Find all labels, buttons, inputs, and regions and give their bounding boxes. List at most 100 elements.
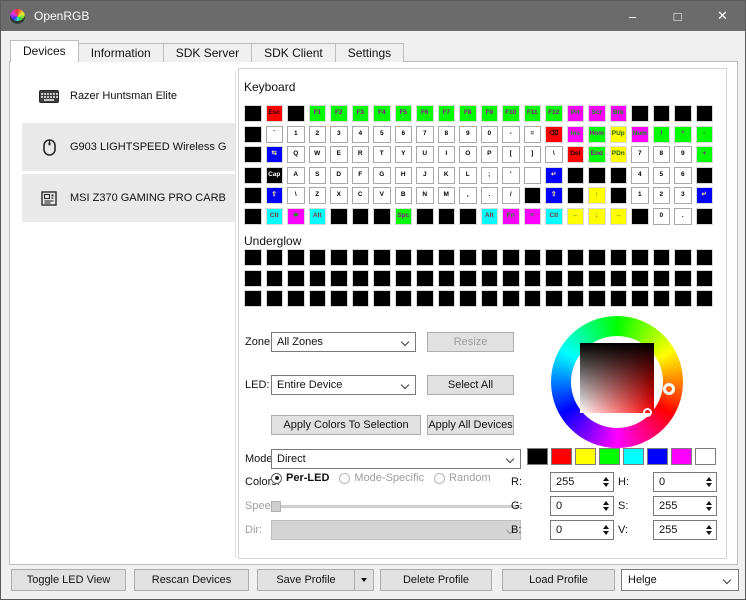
led-key-Esc[interactable]: Esc [265, 105, 283, 122]
led-key-N[interactable]: N [416, 187, 434, 204]
led-key-↓[interactable]: ↓ [588, 207, 606, 225]
led-key-7[interactable]: 7 [416, 125, 434, 143]
random-radio[interactable] [434, 472, 446, 484]
led-key-↵[interactable]: ↵ [545, 166, 563, 184]
mode-specific-radio[interactable] [339, 472, 351, 484]
device-item[interactable]: Razer Huntsman Elite [22, 72, 235, 120]
led-key-⇆[interactable]: ⇆ [265, 146, 283, 163]
led-key-Cap[interactable]: Cap [265, 166, 283, 184]
led-key-][interactable]: ] [523, 146, 541, 163]
color-swatch-ff00ff[interactable] [671, 448, 692, 465]
led-key-U[interactable]: U [416, 146, 434, 163]
led-key[interactable] [480, 269, 498, 287]
led-key[interactable] [695, 166, 713, 184]
led-key-O[interactable]: O [459, 146, 477, 163]
led-key[interactable] [674, 105, 692, 122]
led-key[interactable] [523, 269, 541, 287]
color-swatch-ffff00[interactable] [575, 448, 596, 465]
led-key[interactable] [308, 290, 326, 307]
led-key-K[interactable]: K [437, 166, 455, 184]
led-key[interactable] [502, 269, 520, 287]
select-all-button[interactable]: Select All [427, 375, 514, 395]
color-wheel[interactable] [551, 316, 683, 448]
led-key[interactable] [373, 207, 391, 225]
led-key-E[interactable]: E [330, 146, 348, 163]
led-key-G[interactable]: G [373, 166, 391, 184]
led-key-*[interactable]: * [674, 125, 692, 143]
led-key-⌫[interactable]: ⌫ [545, 125, 563, 143]
led-key[interactable] [652, 269, 670, 287]
led-key-9[interactable]: 9 [674, 146, 692, 163]
close-button[interactable]: ✕ [700, 1, 745, 31]
led-key-6[interactable]: 6 [394, 125, 412, 143]
led-key[interactable] [545, 249, 563, 266]
led-key[interactable] [330, 249, 348, 266]
spin-arrows-icon[interactable] [603, 525, 609, 535]
led-key-F8[interactable]: F8 [459, 105, 477, 122]
led-key-8[interactable]: 8 [652, 146, 670, 163]
led-key[interactable] [265, 290, 283, 307]
led-key-,[interactable]: , [459, 187, 477, 204]
led-key-F6[interactable]: F6 [416, 105, 434, 122]
led-key-B[interactable]: B [394, 187, 412, 204]
led-key[interactable] [244, 290, 262, 307]
led-key[interactable] [652, 105, 670, 122]
led-key-Num[interactable]: Num [631, 125, 649, 143]
led-key-F9[interactable]: F9 [480, 105, 498, 122]
led-key-X[interactable]: X [330, 187, 348, 204]
led-key[interactable] [674, 290, 692, 307]
led-key[interactable] [330, 207, 348, 225]
led-key[interactable] [480, 249, 498, 266]
led-key[interactable] [695, 105, 713, 122]
color-swatch-0000ff[interactable] [647, 448, 668, 465]
led-key[interactable] [244, 146, 262, 163]
led-key-Y[interactable]: Y [394, 146, 412, 163]
led-key[interactable] [631, 290, 649, 307]
led-key[interactable] [308, 269, 326, 287]
led-key[interactable] [394, 249, 412, 266]
led-key[interactable] [609, 249, 627, 266]
led-key[interactable] [631, 269, 649, 287]
led-key-F7[interactable]: F7 [437, 105, 455, 122]
led-key[interactable] [244, 105, 262, 122]
led-key-Del[interactable]: Del [566, 146, 584, 163]
led-key-5[interactable]: 5 [652, 166, 670, 184]
led-key-P[interactable]: P [480, 146, 498, 163]
hue-spinbox[interactable]: 0 [653, 472, 717, 492]
led-key[interactable] [523, 166, 541, 184]
led-key-F10[interactable]: F10 [502, 105, 520, 122]
led-key-3[interactable]: 3 [674, 187, 692, 204]
led-key-0[interactable]: 0 [652, 207, 670, 225]
led-key-L[interactable]: L [459, 166, 477, 184]
led-key[interactable] [244, 207, 262, 225]
led-key[interactable] [631, 249, 649, 266]
led-key[interactable] [566, 166, 584, 184]
led-key[interactable] [244, 269, 262, 287]
led-key-4[interactable]: 4 [631, 166, 649, 184]
led-key-⇧[interactable]: ⇧ [265, 187, 283, 204]
led-key-=[interactable]: = [523, 125, 541, 143]
led-key-Q[interactable]: Q [287, 146, 305, 163]
tab-information[interactable]: Information [77, 43, 164, 62]
led-key[interactable] [351, 290, 369, 307]
led-key[interactable] [373, 269, 391, 287]
led-key[interactable] [287, 269, 305, 287]
led-key-C[interactable]: C [351, 187, 369, 204]
color-swatch-00ffff[interactable] [623, 448, 644, 465]
maximize-button[interactable]: □ [655, 1, 700, 31]
led-key-'[interactable]: ' [502, 166, 520, 184]
led-key-Fn[interactable]: Fn [502, 207, 520, 225]
led-key[interactable] [373, 290, 391, 307]
blue-spinbox[interactable]: 0 [550, 520, 614, 540]
led-key-/[interactable]: / [652, 125, 670, 143]
led-key[interactable] [265, 269, 283, 287]
spin-arrows-icon[interactable] [603, 501, 609, 511]
color-swatch-ff0000[interactable] [551, 448, 572, 465]
led-key[interactable] [523, 187, 541, 204]
led-key[interactable] [416, 249, 434, 266]
led-key[interactable] [588, 166, 606, 184]
led-key[interactable] [244, 249, 262, 266]
spin-arrows-icon[interactable] [603, 477, 609, 487]
led-key-\[interactable]: \ [287, 187, 305, 204]
led-key-Prt[interactable]: Prt [566, 105, 584, 122]
